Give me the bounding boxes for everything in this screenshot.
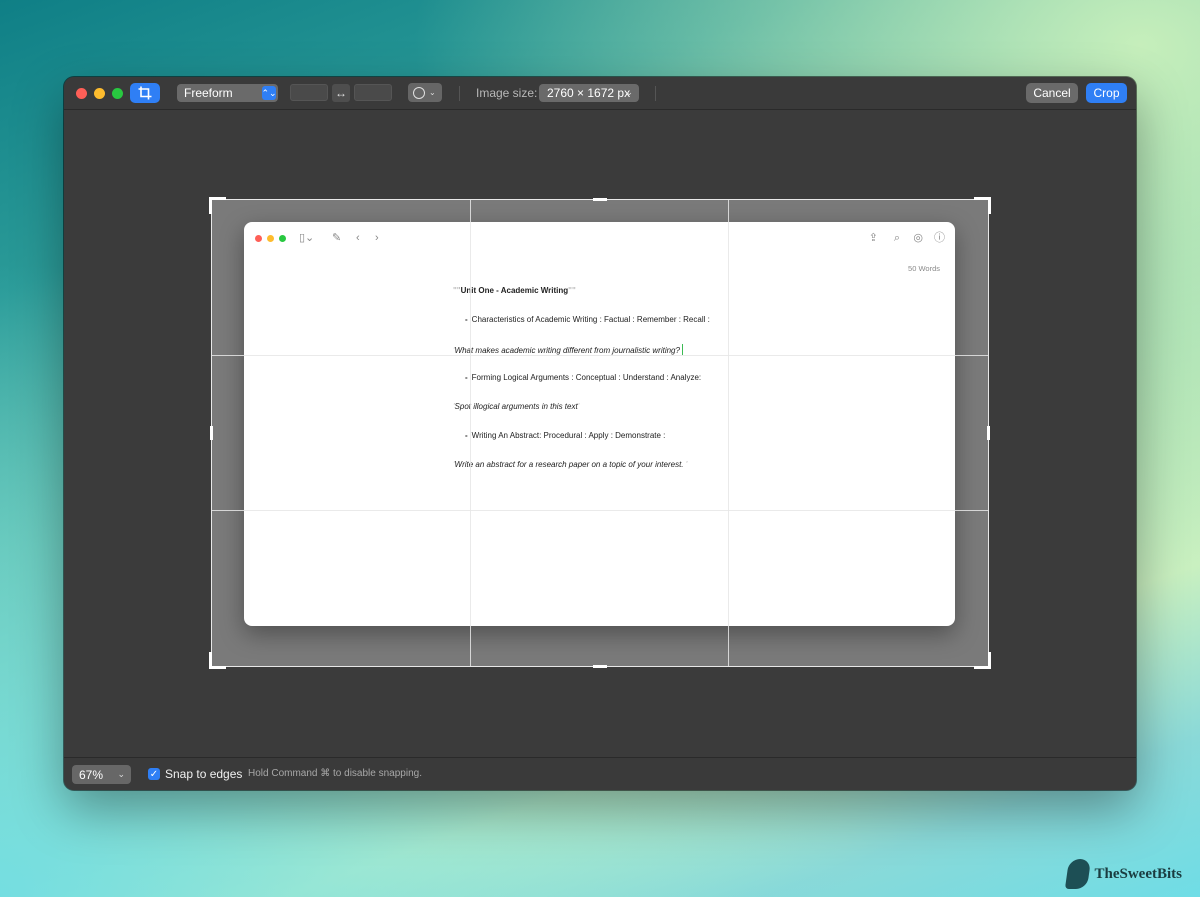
swap-dimensions-button[interactable]: ↔ — [332, 84, 350, 102]
circle-shape-icon — [413, 86, 425, 99]
text-cursor — [681, 344, 683, 355]
width-field[interactable] — [290, 84, 328, 101]
zoom-popup[interactable]: 67% ⌄ — [72, 765, 131, 784]
edge-handle-left[interactable] — [210, 426, 213, 440]
snap-label[interactable]: Snap to edges — [165, 767, 242, 781]
toolbar-divider — [655, 86, 656, 101]
height-field[interactable] — [354, 84, 392, 101]
minimize-dot — [267, 235, 274, 242]
checkmark-icon: ✓ — [149, 768, 159, 780]
corner-handle-top-right[interactable] — [974, 197, 991, 214]
notes-window-screenshot: ▯⌄ ✎ ‹ › ⇪ ⌕ ◎ ⓘ 50 Words ""Unit One - A… — [244, 222, 955, 626]
corner-handle-bottom-left[interactable] — [209, 652, 226, 669]
back-icon: ‹ — [356, 232, 360, 244]
doc-bullet-line: - Forming Logical Arguments : Conceptual … — [465, 373, 701, 382]
close-button[interactable] — [76, 88, 87, 99]
chevron-down-icon: ⌄ — [625, 87, 633, 97]
cancel-button[interactable]: Cancel — [1026, 83, 1078, 103]
aspect-ratio-popup[interactable]: Freeform ⌃⌄ — [177, 84, 278, 102]
zoom-button[interactable] — [112, 88, 123, 99]
doc-prompt-line: 'Write an abstract for a research paper … — [453, 460, 687, 469]
crop-tool-button[interactable] — [130, 83, 160, 103]
grid-line-horizontal — [212, 355, 988, 356]
doc-bullet-line: - Characteristics of Academic Writing : F… — [465, 315, 710, 324]
crop-icon — [138, 86, 152, 100]
forward-icon: › — [375, 232, 379, 244]
sidebar-icon: ▯⌄ — [299, 232, 315, 244]
bullet: - — [465, 315, 468, 324]
bottom-bar: 67% ⌄ ✓ Snap to edges Hold Command ⌘ to … — [64, 757, 1136, 790]
prompt-text: Write an abstract for a research paper o… — [454, 460, 686, 469]
zoom-value: 67% — [79, 767, 104, 782]
quote-mark: "" — [453, 286, 461, 295]
close-dot — [255, 235, 262, 242]
minimize-button[interactable] — [94, 88, 105, 99]
edge-handle-top[interactable] — [593, 198, 607, 201]
corner-handle-bottom-right[interactable] — [974, 652, 991, 669]
quote-mark: ' — [685, 460, 688, 469]
compose-icon: ✎ — [332, 232, 342, 244]
edge-handle-right[interactable] — [987, 426, 990, 440]
toolbar-divider — [459, 86, 460, 101]
prompt-text: What makes academic writing different fr… — [454, 346, 680, 355]
grid-line-vertical — [728, 200, 729, 666]
brand-watermark: TheSweetBits — [1064, 859, 1183, 889]
quote-mark: ' — [577, 402, 580, 411]
chevron-down-icon: ⌄ — [117, 769, 125, 779]
doc-prompt-line: 'Spot illogical arguments in this text' — [453, 402, 579, 411]
doc-prompt-line: 'What makes academic writing different f… — [453, 344, 683, 355]
prompt-text: Spot illogical arguments in this text — [454, 402, 578, 411]
swap-icon: ↔ — [335, 86, 347, 100]
crop-button[interactable]: Crop — [1086, 83, 1127, 103]
doc-heading: ""Unit One - Academic Writing"" — [453, 286, 576, 295]
bullet: - — [465, 373, 468, 382]
chevron-down-icon: ⌄ — [429, 88, 436, 97]
toolbar: Freeform ⌃⌄ ↔ ⌄ Image size: 2760 × 1672 … — [64, 77, 1136, 110]
grid-line-vertical — [470, 200, 471, 666]
image-size-label: Image size: — [476, 86, 538, 100]
snap-checkbox[interactable]: ✓ — [148, 768, 160, 780]
image-size-popup[interactable]: 2760 × 1672 px ⌄ — [539, 84, 639, 102]
share-icon: ⇪ — [868, 232, 878, 244]
crop-window: Freeform ⌃⌄ ↔ ⌄ Image size: 2760 × 1672 … — [64, 77, 1136, 790]
grid-line-horizontal — [212, 510, 988, 511]
info-icon: ⓘ — [934, 232, 945, 244]
image-canvas: ▯⌄ ✎ ‹ › ⇪ ⌕ ◎ ⓘ 50 Words ""Unit One - A… — [64, 110, 1136, 758]
brand-name: TheSweetBits — [1094, 865, 1183, 882]
snap-hint: Hold Command ⌘ to disable snapping. — [248, 768, 422, 779]
brand-logo-icon — [1064, 859, 1091, 889]
corner-handle-top-left[interactable] — [209, 197, 226, 214]
check-circle-icon: ◎ — [913, 232, 923, 244]
bullet-text: Characteristics of Academic Writing : Fa… — [471, 315, 710, 324]
shape-popup[interactable]: ⌄ — [408, 83, 442, 102]
heading-text: Unit One - Academic Writing — [460, 286, 569, 295]
bullet: - — [465, 431, 468, 440]
bullet-text: Writing An Abstract: Procedural : Apply … — [471, 431, 666, 440]
edge-handle-bottom[interactable] — [593, 665, 607, 668]
search-icon: ⌕ — [893, 232, 900, 244]
image-size-value: 2760 × 1672 px — [547, 86, 631, 100]
crop-rectangle[interactable]: ▯⌄ ✎ ‹ › ⇪ ⌕ ◎ ⓘ 50 Words ""Unit One - A… — [209, 197, 991, 669]
word-count: 50 Words — [908, 264, 940, 273]
quote-mark: "" — [568, 286, 576, 295]
zoom-dot — [279, 235, 286, 242]
bullet-text: Forming Logical Arguments : Conceptual :… — [471, 373, 702, 382]
stepper-icon: ⌃⌄ — [261, 86, 277, 100]
doc-bullet-line: - Writing An Abstract: Procedural : Apply… — [465, 431, 665, 440]
aspect-ratio-value: Freeform — [184, 86, 233, 100]
